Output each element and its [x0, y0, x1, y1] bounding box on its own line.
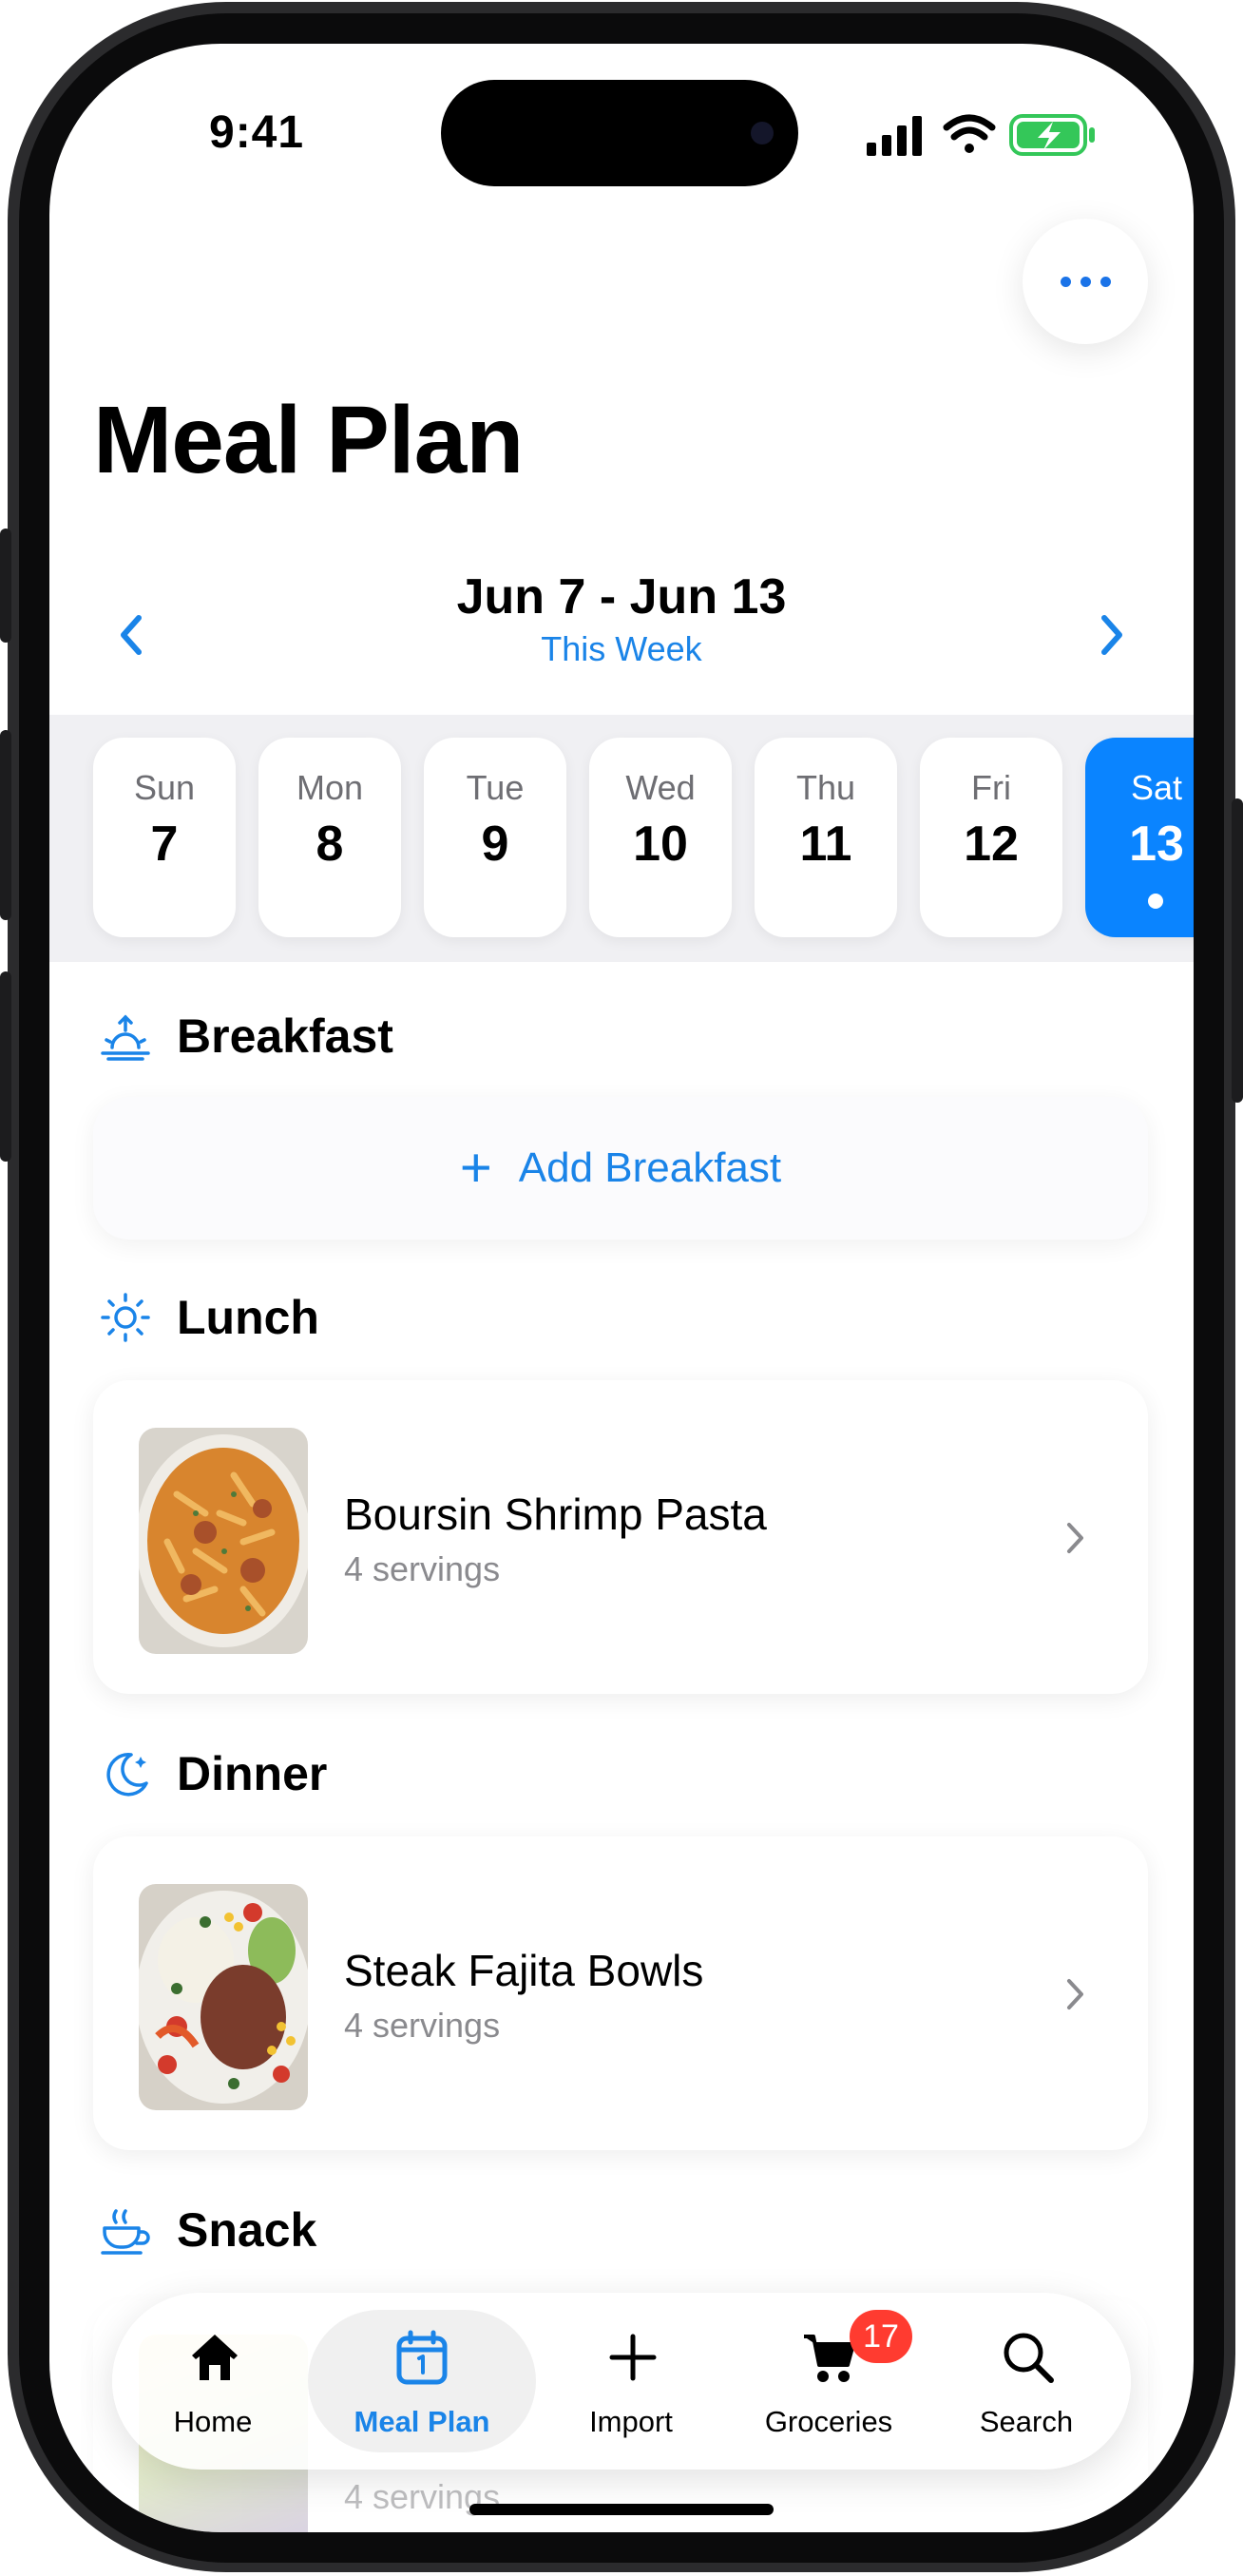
more-dot-icon — [1060, 276, 1071, 287]
volume-down-button — [0, 971, 11, 1162]
tab-home[interactable]: Home — [118, 2293, 308, 2470]
tab-bar: Home Meal Plan Import 17 Groceries Searc… — [112, 2293, 1131, 2470]
day-date: 7 — [150, 817, 179, 872]
camera-icon — [751, 122, 774, 144]
steak-fajita-bowls-image — [139, 1884, 308, 2110]
page-title: Meal Plan — [93, 387, 524, 493]
home-icon — [192, 2335, 238, 2380]
tab-import[interactable]: Import — [536, 2293, 726, 2470]
day-date: 10 — [633, 817, 688, 872]
day-thu[interactable]: Thu 11 — [755, 738, 897, 937]
section-title: Lunch — [177, 1291, 319, 1344]
more-options-button[interactable] — [1023, 219, 1148, 344]
day-name: Sat — [1130, 768, 1183, 807]
plus-icon — [609, 2334, 657, 2381]
snack-header: Snack — [99, 2201, 316, 2259]
section-title: Dinner — [177, 1747, 328, 1800]
groceries-badge: 17 — [850, 2310, 912, 2363]
day-name: Tue — [466, 768, 525, 807]
tab-label: Search — [979, 2405, 1074, 2438]
dinner-header: Dinner — [99, 1745, 327, 1802]
week-range: Jun 7 - Jun 13 — [456, 569, 787, 625]
day-date: 12 — [964, 817, 1019, 872]
meal-name: Steak Fajita Bowls — [344, 1946, 704, 1995]
add-breakfast-button[interactable]: + Add Breakfast — [93, 1097, 1148, 1240]
day-mon[interactable]: Mon 8 — [258, 738, 401, 937]
status-time: 9:41 — [209, 107, 305, 158]
tab-search[interactable]: Search — [931, 2293, 1121, 2470]
plus-icon: + — [459, 1137, 492, 1199]
day-name: Wed — [625, 768, 696, 807]
day-date: 9 — [481, 817, 509, 872]
status-icons — [867, 114, 1095, 156]
dinner-meal-card[interactable]: Steak Fajita Bowls 4 servings — [93, 1836, 1148, 2150]
day-name: Mon — [296, 768, 364, 807]
meal-name: Boursin Shrimp Pasta — [344, 1490, 767, 1539]
add-breakfast-label: Add Breakfast — [518, 1144, 782, 1191]
this-week-label[interactable]: This Week — [49, 629, 1194, 669]
lunch-meal-card[interactable]: Boursin Shrimp Pasta 4 servings — [93, 1380, 1148, 1694]
day-sat-selected[interactable]: Sat 13 — [1085, 738, 1194, 937]
app-screen: 9:41 Meal Plan Jun 7 - Jun 13 This Week — [49, 44, 1194, 2532]
day-name: Sun — [133, 768, 196, 807]
tab-label: Home — [173, 2405, 253, 2438]
home-indicator — [469, 2504, 774, 2515]
lunch-header: Lunch — [99, 1289, 319, 1346]
dynamic-island — [441, 80, 798, 186]
more-dot-icon — [1080, 276, 1091, 287]
more-dot-icon — [1100, 276, 1111, 287]
chevron-right-icon — [1067, 1979, 1083, 2009]
meal-servings: 4 servings — [344, 1549, 501, 1588]
tab-label: Import — [589, 2405, 673, 2438]
tab-meal-plan[interactable]: Meal Plan — [308, 2310, 536, 2452]
section-title: Snack — [177, 2203, 317, 2257]
tab-label: Groceries — [764, 2405, 893, 2438]
day-name: Thu — [795, 768, 856, 807]
moon-icon — [106, 1753, 148, 1797]
day-date: 8 — [316, 817, 344, 872]
tab-label: Meal Plan — [354, 2405, 490, 2438]
next-week-button[interactable] — [1089, 605, 1135, 665]
day-date: 11 — [799, 817, 852, 872]
power-button — [1232, 798, 1243, 1103]
action-button — [0, 529, 11, 643]
battery-icon — [1009, 114, 1095, 156]
section-title: Breakfast — [177, 1009, 393, 1063]
breakfast-header: Breakfast — [99, 1008, 393, 1065]
sunrise-icon — [101, 1014, 150, 1061]
day-tue[interactable]: Tue 9 — [424, 738, 566, 937]
day-fri[interactable]: Fri 12 — [920, 738, 1062, 937]
day-date: 13 — [1129, 817, 1184, 872]
signal-icon — [867, 116, 922, 156]
calendar-icon — [396, 2330, 448, 2385]
day-wed[interactable]: Wed 10 — [589, 738, 732, 937]
day-sun[interactable]: Sun 7 — [93, 738, 236, 937]
meal-servings: 4 servings — [344, 2006, 501, 2045]
cup-icon — [101, 2209, 150, 2255]
search-icon — [1004, 2333, 1054, 2383]
day-name: Fri — [971, 768, 1011, 807]
volume-up-button — [0, 730, 11, 920]
wifi-icon — [943, 114, 996, 153]
sun-icon — [101, 1293, 150, 1342]
day-selector: Sun 7 Mon 8 Tue 9 Wed 10 Thu 11 Fri 12 S… — [49, 715, 1194, 962]
today-indicator-dot — [1148, 894, 1163, 909]
tab-groceries[interactable]: 17 Groceries — [734, 2293, 924, 2470]
chevron-right-icon — [1067, 1523, 1083, 1553]
boursin-shrimp-pasta-image — [139, 1428, 308, 1654]
